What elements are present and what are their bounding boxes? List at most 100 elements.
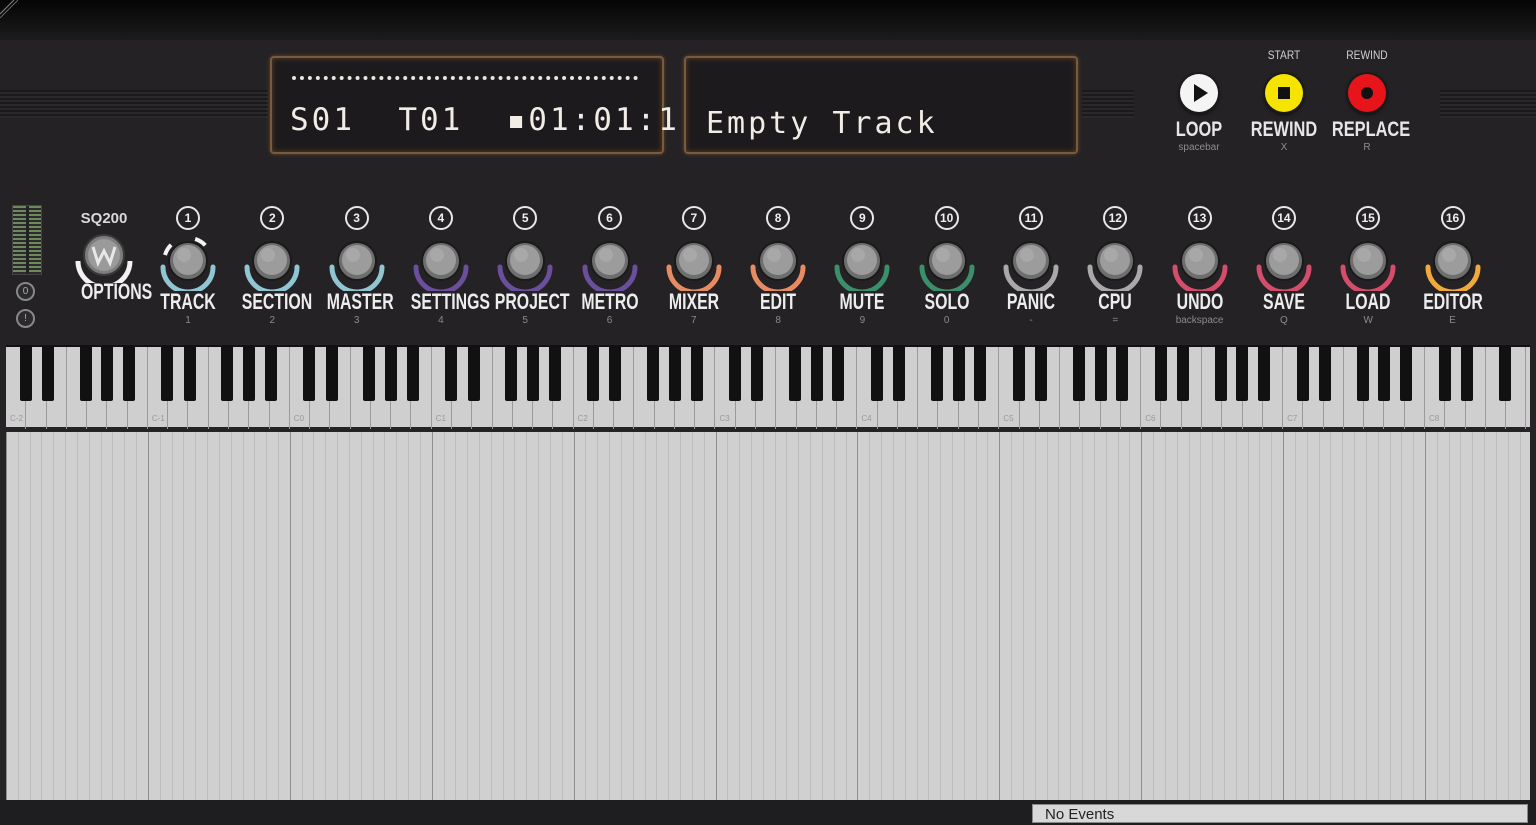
black-key[interactable]	[1296, 347, 1309, 401]
resize-corner-icon[interactable]	[0, 0, 18, 18]
knob-load[interactable]: 15 LOAD W	[1326, 206, 1410, 326]
knob-mute[interactable]: 9 MUTE 9	[820, 206, 904, 326]
black-key[interactable]	[832, 347, 845, 401]
knob-label: EDITOR	[1422, 289, 1483, 314]
knob-editor[interactable]: 16 EDITOR E	[1411, 206, 1495, 326]
black-key[interactable]	[41, 347, 54, 401]
black-key[interactable]	[1318, 347, 1331, 401]
note-gridline	[691, 432, 693, 800]
black-key[interactable]	[1116, 347, 1129, 401]
knob-shortcut: 4	[438, 315, 444, 326]
knob-cpu[interactable]: 12 CPU =	[1073, 206, 1157, 326]
black-key[interactable]	[79, 347, 92, 401]
black-key[interactable]	[1438, 347, 1451, 401]
knob-metro[interactable]: 6 METRO 6	[568, 206, 652, 326]
black-key[interactable]	[1378, 347, 1391, 401]
meter-clip-button[interactable]: !	[16, 309, 35, 328]
knob-master[interactable]: 3 MASTER 3	[315, 206, 399, 326]
black-key[interactable]	[101, 347, 114, 401]
black-key[interactable]	[161, 347, 174, 401]
position-display[interactable]: S01 T01 ▪01:01:1	[270, 56, 677, 154]
black-key[interactable]	[1094, 347, 1107, 401]
black-key[interactable]	[1460, 347, 1473, 401]
note-gridline	[1188, 432, 1190, 800]
note-gridline	[1318, 432, 1320, 800]
black-key[interactable]	[1356, 347, 1369, 401]
black-key[interactable]	[870, 347, 883, 401]
black-key[interactable]	[264, 347, 277, 401]
black-key[interactable]	[406, 347, 419, 401]
black-key[interactable]	[668, 347, 681, 401]
black-key[interactable]	[1258, 347, 1271, 401]
black-key[interactable]	[363, 347, 376, 401]
knob-project[interactable]: 5 PROJECT 5	[483, 206, 570, 326]
black-key[interactable]	[303, 347, 316, 401]
black-key[interactable]	[467, 347, 480, 401]
black-key[interactable]	[690, 347, 703, 401]
note-gridline	[1058, 432, 1060, 800]
note-gridline	[881, 432, 883, 800]
knob-number: 11	[1019, 206, 1043, 230]
note-gridline	[916, 432, 918, 800]
black-key[interactable]	[526, 347, 539, 401]
knob-number: 12	[1103, 206, 1128, 230]
rewind-button[interactable]: START REWIND X	[1239, 48, 1329, 153]
black-key[interactable]	[1236, 347, 1249, 401]
knob-shortcut: W	[1363, 315, 1373, 326]
note-gridline	[100, 432, 102, 800]
options-button[interactable]: SQ200 OPTIONS	[72, 210, 152, 305]
black-key[interactable]	[974, 347, 987, 401]
black-key[interactable]	[893, 347, 906, 401]
replace-button[interactable]: REWIND REPLACE R	[1322, 48, 1412, 153]
knob-section[interactable]: 2 SECTION 2	[230, 206, 314, 326]
black-key[interactable]	[729, 347, 742, 401]
black-key[interactable]	[789, 347, 802, 401]
black-key[interactable]	[122, 347, 135, 401]
note-gridline	[443, 432, 445, 800]
note-gridline	[1082, 432, 1084, 800]
meter-reset-button[interactable]: 0	[16, 282, 35, 301]
black-key[interactable]	[587, 347, 600, 401]
black-key[interactable]	[1214, 347, 1227, 401]
black-key[interactable]	[1154, 347, 1167, 401]
knob-solo[interactable]: 10 SOLO 0	[905, 206, 989, 326]
black-key[interactable]	[183, 347, 196, 401]
black-key[interactable]	[751, 347, 764, 401]
knob-undo[interactable]: 13 UNDO backspace	[1158, 206, 1242, 326]
octave-gridline	[1425, 432, 1426, 800]
note-gridline	[680, 432, 682, 800]
black-key[interactable]	[1072, 347, 1085, 401]
grille-left	[0, 90, 268, 118]
black-key[interactable]	[445, 347, 458, 401]
black-key[interactable]	[609, 347, 622, 401]
knob-save[interactable]: 14 SAVE Q	[1242, 206, 1326, 326]
black-key[interactable]	[1012, 347, 1025, 401]
note-gridline	[88, 432, 90, 800]
knob-panic[interactable]: 11 PANIC -	[989, 206, 1073, 326]
black-key[interactable]	[1498, 347, 1511, 401]
black-key[interactable]	[505, 347, 518, 401]
black-key[interactable]	[548, 347, 561, 401]
track-name-display[interactable]: Empty Track	[684, 56, 1078, 154]
black-key[interactable]	[325, 347, 338, 401]
piano-keyboard[interactable]: C-2 C-1 C0 C1 C2 C3 C4 C5 C6 C7 C8	[6, 345, 1530, 429]
black-key[interactable]	[930, 347, 943, 401]
knob-mixer[interactable]: 7 MIXER 7	[652, 206, 736, 326]
white-key[interactable]	[1526, 347, 1536, 429]
octave-label: C1	[435, 414, 446, 423]
black-key[interactable]	[647, 347, 660, 401]
black-key[interactable]	[243, 347, 256, 401]
knob-edit[interactable]: 8 EDIT 8	[736, 206, 820, 326]
piano-roll-grid[interactable]	[6, 432, 1530, 800]
black-key[interactable]	[1177, 347, 1190, 401]
knob-track[interactable]: 1 TRACK 1	[146, 206, 230, 326]
loop-button[interactable]: LOOP spacebar	[1154, 48, 1244, 153]
black-key[interactable]	[221, 347, 234, 401]
black-key[interactable]	[1035, 347, 1048, 401]
black-key[interactable]	[19, 347, 32, 401]
black-key[interactable]	[1400, 347, 1413, 401]
black-key[interactable]	[385, 347, 398, 401]
knob-settings[interactable]: 4 SETTINGS 4	[399, 206, 490, 326]
black-key[interactable]	[952, 347, 965, 401]
black-key[interactable]	[810, 347, 823, 401]
